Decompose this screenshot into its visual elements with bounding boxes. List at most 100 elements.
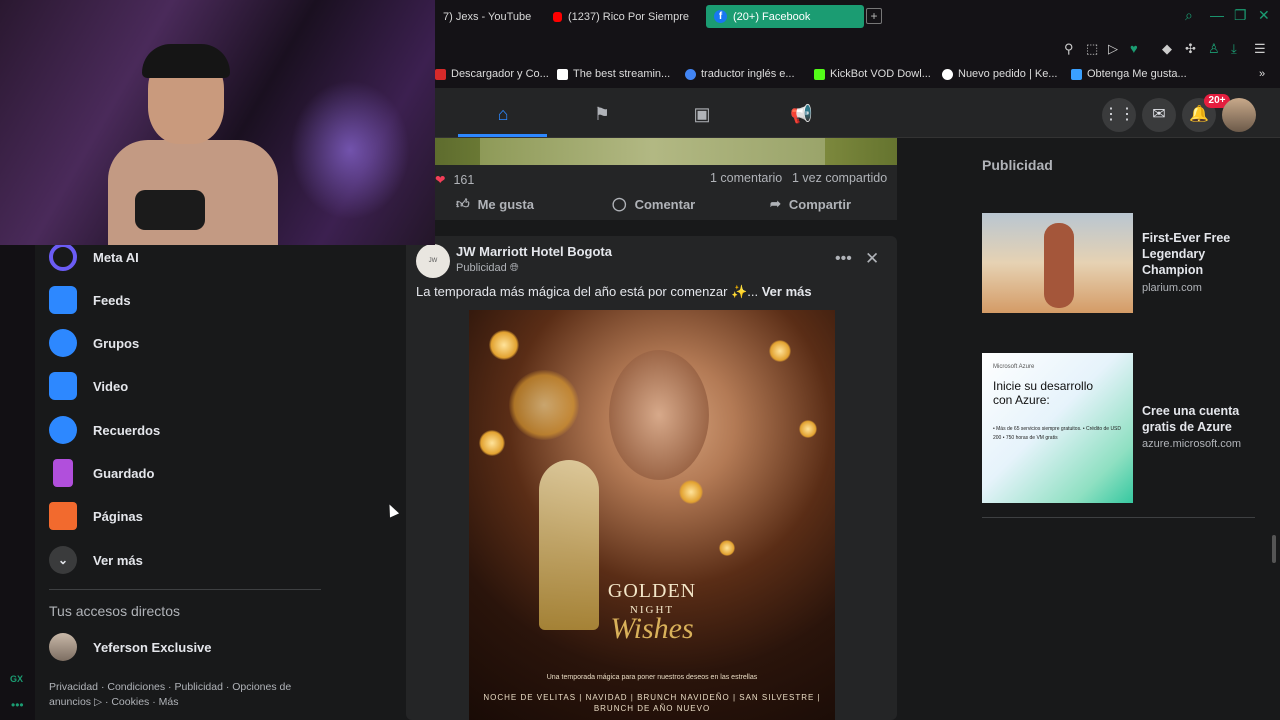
close-button[interactable]: ✕ bbox=[1258, 7, 1270, 24]
menu-grid-icon[interactable]: ⋮⋮ bbox=[1102, 98, 1136, 132]
tab-label: 7) Jexs - YouTube bbox=[443, 10, 532, 23]
scrollbar-thumb[interactable] bbox=[1272, 535, 1276, 563]
avatar bbox=[49, 633, 77, 661]
sidebar-item-see-more[interactable]: ⌄ Ver más bbox=[49, 546, 143, 574]
extension-icon[interactable]: ◆ bbox=[1162, 41, 1172, 57]
sidebar-divider bbox=[49, 589, 321, 590]
comment-label: Comentar bbox=[634, 196, 696, 212]
shortcuts-heading: Tus accesos directos bbox=[49, 603, 180, 619]
sponsored-label: Publicidad 🌐︎ bbox=[456, 262, 519, 275]
profile-icon[interactable]: ♙ bbox=[1208, 41, 1220, 57]
ad-image-heading: Inicie su desarrollo con Azure: bbox=[993, 379, 1094, 407]
new-tab-button[interactable]: + bbox=[866, 8, 882, 24]
gaming-icon[interactable]: ▣ bbox=[691, 103, 713, 125]
chevron-down-icon: ⌄ bbox=[49, 546, 77, 574]
see-more-link[interactable]: Ver más bbox=[762, 284, 812, 299]
heart-icon[interactable]: ♥ bbox=[1130, 41, 1138, 56]
bookmark-favicon-icon bbox=[942, 68, 953, 80]
pin-icon[interactable]: ⚲ bbox=[1064, 41, 1074, 57]
comment-button[interactable]: ◯ Comentar bbox=[612, 196, 695, 212]
footer-line[interactable]: anuncios ▷ · Cookies · Más bbox=[49, 695, 319, 710]
like-button[interactable]: 👍︎ Me gusta bbox=[456, 196, 534, 212]
sidebar-item-label: Ver más bbox=[93, 552, 143, 568]
page-avatar[interactable]: JW bbox=[416, 244, 450, 278]
search-icon[interactable]: ⌕ bbox=[1185, 7, 1193, 24]
sidebar-item-memories[interactable]: Recuerdos bbox=[49, 416, 160, 444]
bookmark-item[interactable]: KickBot VOD Dowl... bbox=[814, 68, 931, 80]
video-icon bbox=[49, 372, 77, 400]
sidebar-item-saved[interactable]: Guardado bbox=[49, 459, 154, 487]
image-title-golden: GOLDEN bbox=[607, 580, 697, 602]
screenshot-icon[interactable]: ⬚ bbox=[1086, 41, 1098, 57]
image-tagline: Una temporada mágica para poner nuestros… bbox=[546, 674, 758, 681]
ad-title[interactable]: First-Ever Free Legendary Champion bbox=[1142, 230, 1262, 278]
share-label: Compartir bbox=[788, 196, 852, 212]
menu-icon[interactable]: ☰ bbox=[1254, 41, 1266, 57]
ad-title[interactable]: Cree una cuenta gratis de Azure bbox=[1142, 403, 1262, 435]
more-icon[interactable]: ••• bbox=[11, 698, 24, 712]
sidebar-item-label: Recuerdos bbox=[93, 422, 161, 438]
account-avatar[interactable] bbox=[1222, 98, 1256, 132]
sidebar-item-groups[interactable]: Grupos bbox=[49, 329, 139, 357]
ads-heading: Publicidad bbox=[982, 157, 1053, 173]
bokeh-light bbox=[799, 420, 817, 438]
post-author[interactable]: JW Marriott Hotel Bogota bbox=[456, 244, 612, 259]
warrior-figure bbox=[1044, 223, 1074, 308]
share-count[interactable]: 1 vez compartido bbox=[792, 171, 887, 185]
active-tab-indicator bbox=[458, 134, 547, 137]
bokeh-light bbox=[489, 330, 519, 360]
sidebar-item-label: Video bbox=[93, 378, 129, 394]
download-icon[interactable]: ⤓ bbox=[1231, 41, 1237, 57]
bookmark-item[interactable]: Descargador y Co... bbox=[435, 68, 549, 80]
globe-icon: 🌐︎ bbox=[509, 262, 519, 274]
bookmark-label: Nuevo pedido | Ke... bbox=[958, 68, 1058, 80]
ad-image-raid[interactable] bbox=[982, 213, 1133, 313]
mouse-cursor-icon bbox=[384, 502, 400, 518]
ad-image[interactable]: GOLDEN NIGHT Wishes Una temporada mágica… bbox=[469, 310, 835, 720]
bookmark-item[interactable]: Obtenga Me gusta... bbox=[1071, 68, 1187, 80]
sidebar-item-label: Guardado bbox=[93, 465, 155, 481]
tab-youtube-rico[interactable]: (1237) Rico Por Siempre bbox=[545, 5, 697, 28]
bookmark-item[interactable]: The best streamin... bbox=[557, 68, 670, 80]
woman-face bbox=[609, 350, 709, 480]
toolbar bbox=[435, 33, 1280, 64]
megaphone-icon[interactable]: 📢 bbox=[790, 103, 812, 125]
sidebar-item-pages[interactable]: Páginas bbox=[49, 502, 143, 530]
tab-facebook[interactable]: f (20+) Facebook bbox=[706, 5, 864, 28]
bokeh-light bbox=[719, 540, 735, 556]
bookmarks-overflow-icon[interactable]: » bbox=[1259, 68, 1265, 80]
puzzle-icon[interactable]: ✣ bbox=[1185, 41, 1196, 57]
ad-image-bullets: • Más de 65 servicios siempre gratuitos.… bbox=[993, 426, 1121, 441]
close-icon[interactable]: ✕ bbox=[865, 249, 879, 269]
shortcut-item[interactable]: Yeferson Exclusive bbox=[49, 633, 212, 661]
play-icon[interactable]: ▷ bbox=[1108, 41, 1118, 57]
footer-links[interactable]: Privacidad · Condiciones · Publicidad · … bbox=[49, 680, 319, 710]
restore-button[interactable]: ❐ bbox=[1234, 7, 1247, 24]
sidebar-item-feeds[interactable]: Feeds bbox=[49, 286, 131, 314]
sidebar-item-video[interactable]: Video bbox=[49, 372, 128, 400]
share-icon: ➦ bbox=[770, 196, 781, 211]
sidebar-item-meta-ai[interactable]: Meta AI bbox=[49, 243, 139, 271]
ad-image-azure[interactable]: Microsoft Azure Inicie su desarrollo con… bbox=[982, 353, 1133, 503]
bookmark-label: The best streamin... bbox=[573, 68, 671, 80]
reaction-count[interactable]: ❤ 161 bbox=[435, 172, 474, 188]
post-text: La temporada más mágica del año está por… bbox=[416, 284, 812, 300]
tab-youtube-jexs[interactable]: 7) Jexs - YouTube bbox=[435, 5, 539, 28]
more-options-icon[interactable]: ••• bbox=[835, 250, 852, 268]
home-icon[interactable]: ⌂ bbox=[492, 103, 514, 125]
comment-count[interactable]: 1 comentario bbox=[710, 171, 782, 185]
flag-icon[interactable]: ⚑ bbox=[591, 103, 613, 125]
post-image[interactable] bbox=[435, 138, 897, 165]
messenger-icon[interactable]: ✉ bbox=[1142, 98, 1176, 132]
minimize-button[interactable]: — bbox=[1210, 7, 1224, 23]
bookmark-item[interactable]: Nuevo pedido | Ke... bbox=[942, 68, 1057, 80]
gx-logo[interactable]: GX bbox=[10, 674, 23, 684]
purple-light bbox=[290, 80, 410, 220]
tab-label: (1237) Rico Por Siempre bbox=[567, 10, 689, 23]
sidebar-item-label: Grupos bbox=[93, 335, 140, 351]
share-button[interactable]: ➦ Compartir bbox=[770, 196, 851, 212]
footer-line[interactable]: Privacidad · Condiciones · Publicidad · … bbox=[49, 680, 319, 695]
sidebar-item-label: Páginas bbox=[93, 508, 143, 524]
thumbs-up-icon: 👍︎ bbox=[456, 196, 470, 211]
bookmark-item[interactable]: traductor inglés e... bbox=[685, 68, 795, 80]
